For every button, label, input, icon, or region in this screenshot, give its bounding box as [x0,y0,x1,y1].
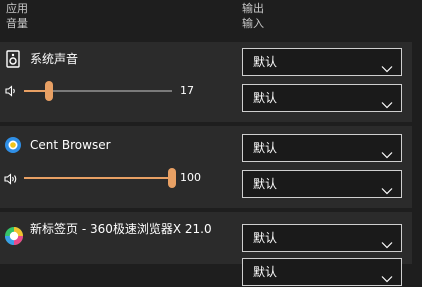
volume-slider[interactable] [24,168,176,188]
chevron-down-icon [381,234,393,249]
volume-column-label: 音量 [6,17,28,30]
output-device-selected: 默认 [253,55,278,69]
chevron-down-icon [381,268,393,283]
input-column-label: 输入 [242,17,264,30]
input-device-dropdown[interactable]: 默认 [242,170,402,198]
output-device-dropdown[interactable]: 默认 [242,134,402,162]
input-device-selected: 默认 [253,177,278,191]
input-device-dropdown[interactable]: 默认 [242,258,402,286]
cent-browser-icon [4,136,22,154]
chevron-down-icon [381,180,393,195]
volume-slider-thumb[interactable] [168,168,176,188]
app-name: 系统声音 [30,52,79,66]
volume-slider-fill [24,177,172,179]
output-column-label: 输出 [242,2,264,15]
input-device-dropdown[interactable]: 默认 [242,84,402,112]
app-row-360-browser: 新标签页 - 360极速浏览器X 21.0 默认 默认 [0,212,412,286]
output-device-dropdown[interactable]: 默认 [242,48,402,76]
app-column-label: 应用 [6,2,28,15]
scrollbar[interactable] [416,42,422,264]
app-name: Cent Browser [30,138,111,152]
output-device-selected: 默认 [253,231,278,245]
app-row-cent-browser: Cent Browser 100 默认 默认 [0,126,412,208]
speaker-volume-icon[interactable] [4,171,18,185]
volume-slider-thumb[interactable] [45,81,54,101]
volume-value: 17 [180,84,194,97]
chevron-down-icon [381,144,393,159]
input-device-selected: 默认 [253,91,278,105]
volume-slider[interactable] [24,81,172,101]
app-row-system-sounds: 系统声音 17 默认 默认 [0,42,412,122]
volume-value: 100 [180,171,201,184]
360-browser-icon [4,226,24,246]
chevron-down-icon [381,58,393,73]
speaker-device-icon [4,50,22,68]
input-device-selected: 默认 [253,265,278,279]
app-name: 新标签页 - 360极速浏览器X 21.0 [30,222,212,236]
column-header: 应用 音量 输出 输入 [0,0,422,40]
output-device-selected: 默认 [253,141,278,155]
chevron-down-icon [381,94,393,109]
output-device-dropdown[interactable]: 默认 [242,224,402,252]
speaker-volume-icon[interactable] [4,83,18,97]
